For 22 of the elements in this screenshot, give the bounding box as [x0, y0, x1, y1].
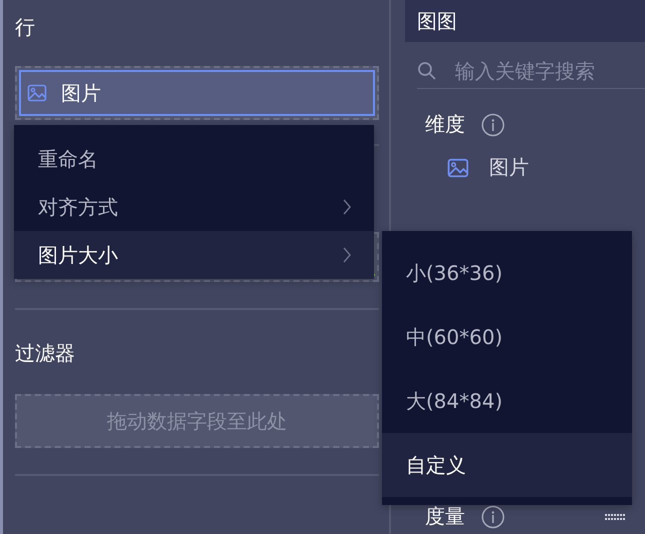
menu-item[interactable]: 中(60*60)	[382, 305, 632, 369]
info-icon[interactable]	[481, 112, 505, 136]
menu-item[interactable]: 小(36*36)	[382, 241, 632, 305]
info-icon[interactable]	[481, 504, 505, 528]
panel-title: 图图	[417, 8, 457, 34]
group-title: 维度	[425, 111, 465, 138]
menu-item[interactable]: 自定义	[382, 433, 632, 497]
menu-item[interactable]: 对齐方式	[14, 183, 374, 231]
search-field[interactable]: 输入关键字搜索	[417, 54, 645, 89]
search-icon	[417, 61, 437, 81]
section-title: 行	[15, 14, 36, 41]
drag-handle-icon[interactable]	[605, 512, 625, 520]
group-title: 度量	[425, 503, 465, 530]
field-chip[interactable]: 图片	[19, 70, 376, 116]
drop-hint: 拖动数据字段至此处	[107, 408, 288, 434]
section-title: 过滤器	[15, 340, 76, 367]
image-icon	[27, 83, 47, 103]
menu-item[interactable]: 图片大小	[14, 231, 374, 279]
field-item[interactable]: 图片	[447, 154, 645, 181]
menu-item[interactable]: 大(84*84)	[382, 369, 632, 433]
image-icon	[447, 156, 469, 178]
menu-item[interactable]: 重命名	[14, 135, 374, 183]
